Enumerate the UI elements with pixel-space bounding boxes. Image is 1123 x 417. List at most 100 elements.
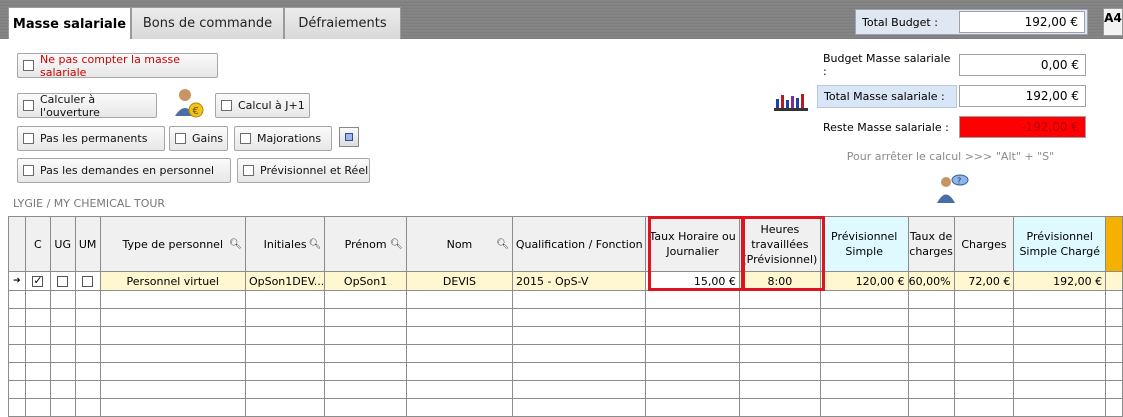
empty-cell[interactable]: [1105, 326, 1123, 345]
table-row[interactable]: [8, 362, 1123, 381]
cell-qualification[interactable]: 2015 - OpS-V: [512, 271, 647, 291]
empty-cell[interactable]: [24, 290, 51, 309]
empty-cell[interactable]: [645, 398, 740, 417]
col-header-charges[interactable]: Charges: [953, 216, 1015, 272]
empty-cell[interactable]: [512, 362, 647, 381]
empty-cell[interactable]: [819, 398, 909, 417]
empty-cell[interactable]: [953, 380, 1015, 399]
empty-cell[interactable]: [1013, 380, 1107, 399]
empty-cell[interactable]: [512, 344, 647, 363]
empty-cell[interactable]: [324, 344, 407, 363]
table-row[interactable]: ➔ Personnel virtuel OpSon1DEV... OpSon1 …: [8, 271, 1123, 291]
col-header-nom[interactable]: Nom 🔍︎: [405, 216, 514, 272]
empty-cell[interactable]: [244, 290, 326, 309]
cell-taux[interactable]: 15,00 €: [645, 271, 740, 291]
pas-demandes-checkbox[interactable]: Pas les demandes en personnel: [17, 158, 231, 183]
empty-cell[interactable]: [99, 344, 246, 363]
col-header-type[interactable]: Type de personnel 🔍︎: [99, 216, 246, 272]
search-icon[interactable]: 🔍︎: [496, 237, 509, 252]
empty-cell[interactable]: [953, 326, 1015, 345]
empty-cell[interactable]: [512, 308, 647, 327]
col-header-initiales[interactable]: Initiales 🔍︎: [244, 216, 326, 272]
empty-cell[interactable]: [244, 362, 326, 381]
empty-cell[interactable]: [49, 326, 76, 345]
empty-cell[interactable]: [324, 398, 407, 417]
empty-cell[interactable]: [24, 398, 51, 417]
empty-cell[interactable]: [244, 308, 326, 327]
empty-cell[interactable]: [324, 380, 407, 399]
empty-cell[interactable]: [405, 326, 514, 345]
pas-permanents-checkbox[interactable]: Pas les permanents: [17, 126, 165, 151]
empty-cell[interactable]: [1013, 326, 1107, 345]
empty-cell[interactable]: [1105, 398, 1123, 417]
col-header-c[interactable]: C: [24, 216, 51, 272]
col-header-um[interactable]: UM: [74, 216, 101, 272]
empty-cell[interactable]: [738, 308, 821, 327]
c-checkbox[interactable]: [24, 271, 51, 291]
majorations-checkbox[interactable]: Majorations: [234, 126, 332, 151]
empty-cell[interactable]: [645, 362, 740, 381]
table-row[interactable]: [8, 398, 1123, 417]
col-header-taux-charges[interactable]: Taux de charges: [907, 216, 955, 272]
empty-cell[interactable]: [1105, 362, 1123, 381]
empty-cell[interactable]: [74, 308, 101, 327]
cell-nom[interactable]: DEVIS: [405, 271, 514, 291]
empty-cell[interactable]: [49, 380, 76, 399]
empty-cell[interactable]: [24, 308, 51, 327]
bar-chart-icon[interactable]: [774, 91, 808, 111]
empty-cell[interactable]: [512, 326, 647, 345]
empty-cell[interactable]: [738, 326, 821, 345]
cell-prenom[interactable]: OpSon1: [324, 271, 407, 291]
empty-cell[interactable]: [953, 362, 1015, 381]
a4-print-icon[interactable]: A4: [1103, 8, 1123, 36]
empty-cell[interactable]: [953, 344, 1015, 363]
empty-cell[interactable]: [49, 398, 76, 417]
tab-masse-salariale[interactable]: Masse salariale: [8, 7, 131, 40]
empty-cell[interactable]: [819, 362, 909, 381]
empty-cell[interactable]: [1013, 308, 1107, 327]
empty-cell[interactable]: [405, 344, 514, 363]
empty-cell[interactable]: [99, 398, 246, 417]
empty-cell[interactable]: [405, 308, 514, 327]
empty-cell[interactable]: [1013, 290, 1107, 309]
empty-cell[interactable]: [99, 326, 246, 345]
empty-cell[interactable]: [49, 344, 76, 363]
empty-cell[interactable]: [953, 290, 1015, 309]
empty-cell[interactable]: [645, 290, 740, 309]
col-header-qualification[interactable]: Qualification / Fonction: [512, 216, 647, 272]
empty-cell[interactable]: [1105, 380, 1123, 399]
user-euro-icon[interactable]: €: [171, 86, 205, 120]
search-icon[interactable]: 🔍︎: [229, 237, 242, 252]
table-row[interactable]: [8, 344, 1123, 363]
calcul-j1-checkbox[interactable]: Calcul à J+1: [215, 93, 310, 118]
empty-cell[interactable]: [24, 362, 51, 381]
empty-cell[interactable]: [1105, 308, 1123, 327]
cell-heures[interactable]: 8:00: [738, 271, 821, 291]
ug-checkbox[interactable]: [49, 271, 76, 291]
empty-cell[interactable]: [738, 344, 821, 363]
table-row[interactable]: [8, 380, 1123, 399]
empty-cell[interactable]: [1105, 344, 1123, 363]
col-header-taux[interactable]: Taux Horaire ou Journalier: [645, 216, 740, 272]
empty-cell[interactable]: [324, 290, 407, 309]
empty-cell[interactable]: [738, 290, 821, 309]
empty-cell[interactable]: [244, 326, 326, 345]
empty-cell[interactable]: [405, 398, 514, 417]
empty-cell[interactable]: [74, 344, 101, 363]
empty-cell[interactable]: [324, 308, 407, 327]
empty-cell[interactable]: [907, 380, 955, 399]
empty-cell[interactable]: [49, 290, 76, 309]
empty-cell[interactable]: [74, 290, 101, 309]
empty-cell[interactable]: [819, 344, 909, 363]
col-header-prenom[interactable]: Prénom 🔍︎: [324, 216, 407, 272]
empty-cell[interactable]: [907, 362, 955, 381]
empty-cell[interactable]: [953, 308, 1015, 327]
empty-cell[interactable]: [74, 398, 101, 417]
col-header-prev-simple[interactable]: Prévisionnel Simple: [819, 216, 909, 272]
empty-cell[interactable]: [405, 362, 514, 381]
table-row[interactable]: [8, 308, 1123, 327]
tab-defraiements[interactable]: Défraiements: [284, 7, 401, 39]
tab-bons-de-commande[interactable]: Bons de commande: [131, 7, 284, 39]
empty-cell[interactable]: [405, 380, 514, 399]
empty-cell[interactable]: [24, 326, 51, 345]
